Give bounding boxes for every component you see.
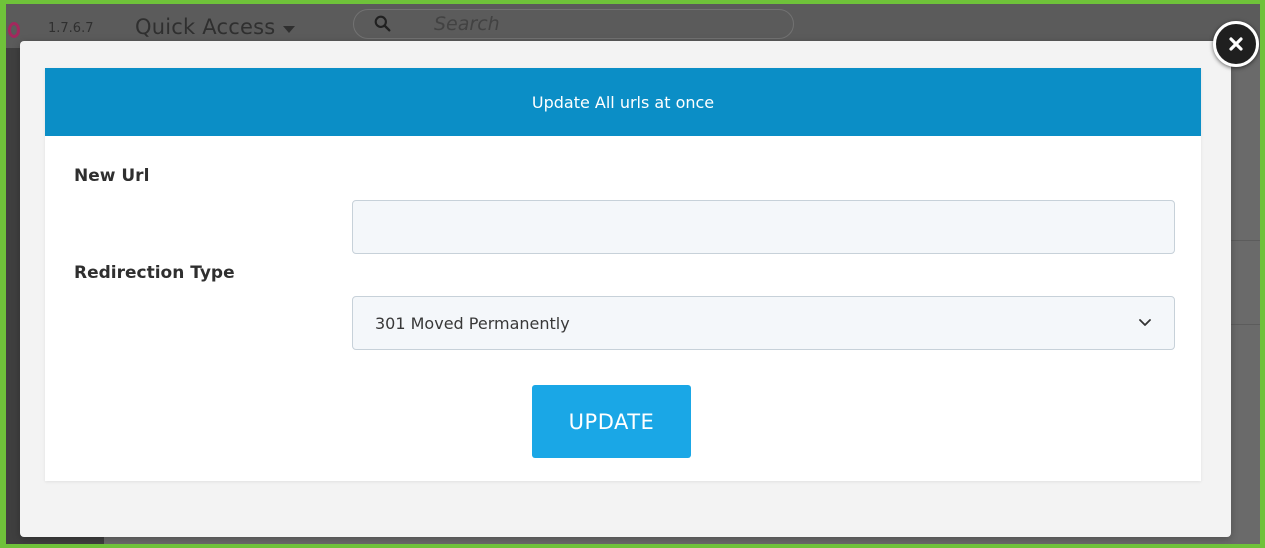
search-placeholder: Search	[434, 13, 500, 35]
application-frame: 1.7.6.7 Quick Access Search Update All u…	[6, 4, 1260, 544]
new-url-input[interactable]	[352, 200, 1175, 254]
search-box[interactable]: Search	[353, 9, 794, 39]
close-icon	[1229, 37, 1243, 51]
quick-access-label: Quick Access	[135, 15, 276, 39]
new-url-label: New Url	[74, 166, 150, 186]
redirection-type-value: 301 Moved Permanently	[375, 313, 570, 333]
version-label: 1.7.6.7	[48, 21, 94, 36]
redirection-type-select[interactable]: 301 Moved Permanently	[352, 296, 1175, 350]
update-urls-modal: Update All urls at once New Url Redirect…	[20, 41, 1231, 537]
redirection-type-label: Redirection Type	[74, 263, 235, 283]
quick-access-menu[interactable]: Quick Access	[135, 15, 296, 39]
update-button[interactable]: UPDATE	[532, 385, 691, 458]
chevron-down-icon	[1139, 319, 1151, 326]
modal-panel: Update All urls at once New Url Redirect…	[45, 68, 1201, 481]
modal-header: Update All urls at once	[45, 68, 1201, 136]
close-button[interactable]	[1213, 21, 1259, 67]
logo-icon	[8, 22, 20, 38]
search-icon	[374, 15, 391, 32]
modal-title: Update All urls at once	[531, 92, 715, 112]
caret-down-icon	[283, 25, 296, 33]
